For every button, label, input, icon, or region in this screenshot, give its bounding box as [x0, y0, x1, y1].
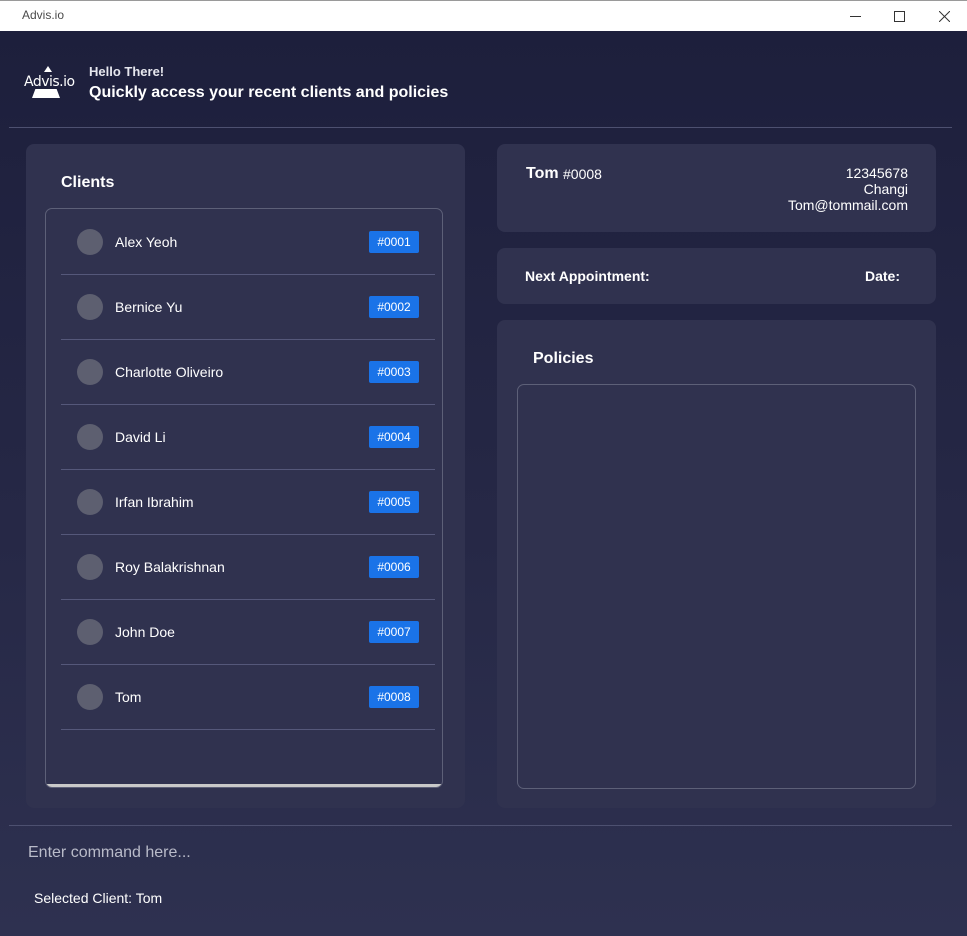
- status-text: Selected Client: Tom: [34, 890, 163, 906]
- command-divider: [9, 825, 952, 826]
- client-id-badge: #0005: [369, 491, 419, 513]
- app-logo: Advis.io: [24, 66, 76, 100]
- client-id-badge: #0004: [369, 426, 419, 448]
- client-contact-details: 12345678 Changi Tom@tommail.com: [788, 165, 908, 213]
- avatar: [77, 229, 103, 255]
- policies-panel: Policies: [497, 320, 936, 808]
- client-name: Roy Balakrishnan: [115, 559, 225, 575]
- header-divider: [9, 127, 952, 128]
- client-name: David Li: [115, 429, 166, 445]
- maximize-button[interactable]: [876, 1, 922, 31]
- logo-text: Advis.io: [24, 74, 75, 90]
- window-title: Advis.io: [22, 8, 65, 22]
- client-list-item[interactable]: Bernice Yu #0002: [61, 274, 435, 340]
- appointment-date-label: Date:: [865, 268, 901, 284]
- client-list[interactable]: Alex Yeoh #0001 Bernice Yu #0002 Charlot…: [45, 208, 443, 788]
- client-name: Alex Yeoh: [115, 234, 178, 250]
- client-name: John Doe: [115, 624, 175, 640]
- client-list-item[interactable]: Alex Yeoh #0001: [61, 209, 435, 275]
- policies-title: Policies: [533, 350, 594, 367]
- horizontal-scrollbar[interactable]: [46, 784, 442, 787]
- client-name: Tom: [115, 689, 142, 705]
- client-list-item[interactable]: Roy Balakrishnan #0006: [61, 534, 435, 600]
- minimize-button[interactable]: [832, 1, 878, 31]
- client-id-badge: #0008: [369, 686, 419, 708]
- client-id-badge: #0003: [369, 361, 419, 383]
- appointment-panel: Next Appointment: Date:: [497, 248, 936, 304]
- logo-triangle-icon: [44, 66, 52, 72]
- client-info-panel: Tom #0008 12345678 Changi Tom@tommail.co…: [497, 144, 936, 232]
- logo-base-icon: [32, 89, 60, 98]
- avatar: [77, 554, 103, 580]
- client-phone: 12345678: [845, 165, 908, 181]
- close-icon: [938, 10, 950, 22]
- client-id-badge: #0007: [369, 621, 419, 643]
- clients-panel: Clients Alex Yeoh #0001 Bernice Yu #0002…: [26, 144, 465, 808]
- client-name: Charlotte Oliveiro: [115, 364, 224, 380]
- selected-client-name: Tom: [526, 165, 559, 182]
- client-id-badge: #0001: [369, 231, 419, 253]
- client-list-item[interactable]: David Li #0004: [61, 404, 435, 470]
- client-list-item[interactable]: Charlotte Oliveiro #0003: [61, 339, 435, 405]
- clients-title: Clients: [61, 174, 115, 191]
- app-icon: [2, 10, 18, 20]
- client-email: Tom@tommail.com: [787, 197, 908, 213]
- avatar: [77, 619, 103, 645]
- selected-client-id: #0008: [563, 166, 602, 182]
- close-button[interactable]: [921, 1, 967, 31]
- minimize-icon: [849, 15, 861, 17]
- avatar: [77, 424, 103, 450]
- client-name: Bernice Yu: [115, 299, 183, 315]
- client-list-item[interactable]: Irfan Ibrahim #0005: [61, 469, 435, 535]
- maximize-icon: [893, 10, 905, 22]
- avatar: [77, 489, 103, 515]
- client-address: Changi: [863, 181, 908, 197]
- avatar: [77, 359, 103, 385]
- greeting-text: Hello There!: [89, 64, 165, 79]
- client-name: Irfan Ibrahim: [115, 494, 194, 510]
- client-list-item[interactable]: Tom #0008: [61, 664, 435, 730]
- next-appointment-label: Next Appointment:: [525, 268, 650, 284]
- header-subtitle: Quickly access your recent clients and p…: [89, 84, 449, 101]
- avatar: [77, 294, 103, 320]
- avatar: [77, 684, 103, 710]
- client-id-badge: #0006: [369, 556, 419, 578]
- client-id-badge: #0002: [369, 296, 419, 318]
- window-titlebar: Advis.io: [0, 0, 967, 31]
- client-list-item[interactable]: John Doe #0007: [61, 599, 435, 665]
- command-input[interactable]: [18, 836, 948, 870]
- policies-list[interactable]: [517, 384, 916, 789]
